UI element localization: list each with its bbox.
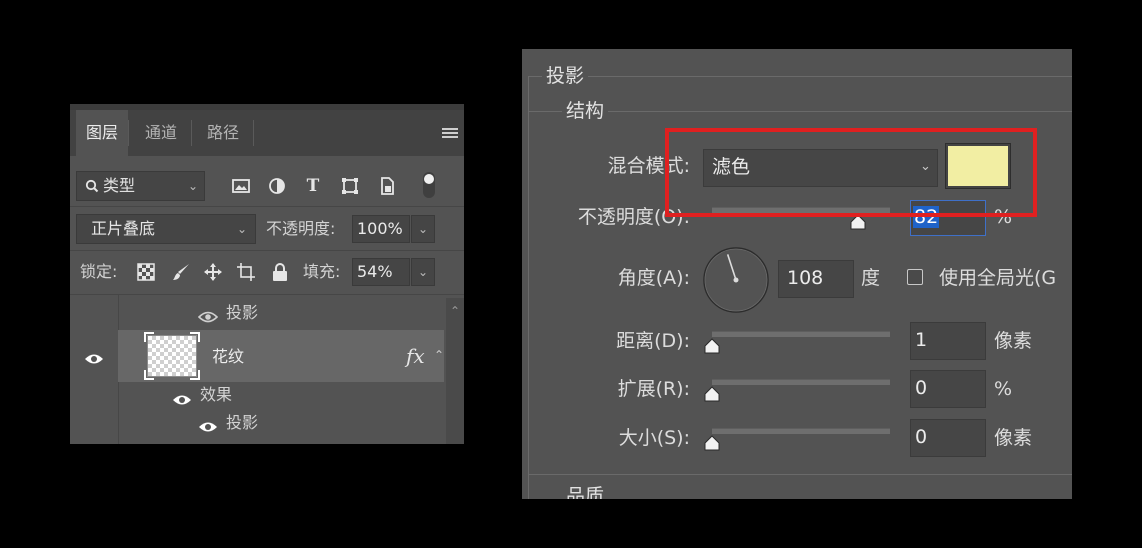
- spread-slider-thumb[interactable]: [703, 386, 721, 402]
- fill-label: 填充:: [303, 262, 341, 281]
- thumbnail-frame-corner: [190, 370, 200, 380]
- layers-panel: 图层 通道 路径 类型 ⌄ T 正片叠底 ⌄ 不透明度: 100% ⌄ 锁定:: [70, 104, 464, 444]
- group-border-left: [528, 76, 529, 499]
- layer-blend-mode-dropdown[interactable]: 正片叠底 ⌄: [76, 214, 256, 244]
- eye-icon[interactable]: [198, 418, 218, 432]
- thumbnail-frame-corner: [190, 332, 200, 342]
- section-border-bottom: [528, 474, 1072, 475]
- opacity-input[interactable]: 100%: [352, 215, 410, 243]
- quality-section-title: 品质: [562, 484, 609, 499]
- lock-position-icon[interactable]: [203, 262, 223, 282]
- angle-unit: 度: [861, 267, 881, 289]
- tab-separator: [128, 120, 129, 146]
- size-slider-track[interactable]: [712, 428, 890, 434]
- shape-filter-icon[interactable]: [339, 176, 361, 198]
- drop-shadow-title: 投影: [542, 64, 589, 88]
- distance-label: 距离(D):: [616, 330, 690, 352]
- effect-item-drop-shadow[interactable]: 投影: [226, 408, 258, 438]
- distance-slider-track[interactable]: [712, 331, 890, 337]
- spread-slider-track[interactable]: [712, 379, 890, 385]
- group-border-top: [528, 76, 1072, 77]
- tab-separator: [191, 120, 192, 146]
- distance-unit: 像素: [994, 330, 1033, 352]
- chevron-down-icon: ⌄: [236, 222, 247, 236]
- distance-slider-thumb[interactable]: [703, 338, 721, 354]
- adjustment-filter-icon[interactable]: [266, 176, 288, 198]
- global-light-label[interactable]: 使用全局光(G: [939, 261, 1056, 295]
- tab-channels[interactable]: 通道: [132, 110, 190, 156]
- section-border-top: [528, 111, 1072, 112]
- layer-filter-dropdown[interactable]: 类型 ⌄: [76, 171, 205, 201]
- size-label: 大小(S):: [618, 427, 690, 449]
- effects-label[interactable]: 效果: [200, 380, 232, 410]
- spread-input[interactable]: 0: [910, 370, 986, 408]
- row-divider: [70, 294, 464, 295]
- panel-menu-icon[interactable]: [442, 128, 458, 140]
- eye-icon[interactable]: [172, 391, 192, 405]
- image-filter-icon[interactable]: [230, 176, 252, 198]
- structure-section-title: 结构: [562, 99, 609, 123]
- lock-artboard-icon[interactable]: [236, 262, 256, 282]
- lock-image-icon[interactable]: [171, 262, 191, 282]
- layer-thumbnail[interactable]: [147, 335, 197, 377]
- layer-name[interactable]: 花纹: [212, 342, 244, 372]
- blend-mode-value: 正片叠底: [91, 219, 156, 238]
- angle-label: 角度(A):: [617, 267, 690, 289]
- size-slider-thumb[interactable]: [703, 435, 721, 451]
- angle-dial[interactable]: [702, 246, 770, 314]
- fill-slider-button[interactable]: ⌄: [411, 258, 435, 286]
- layer-style-dialog: 投影 结构 混合模式: 滤色 ⌄ 不透明度(O): 82 % 角度(A): 10…: [522, 49, 1072, 499]
- tab-separator: [253, 120, 254, 146]
- tab-layers[interactable]: 图层: [76, 110, 128, 156]
- row-divider: [70, 250, 464, 251]
- thumbnail-frame-corner: [144, 370, 154, 380]
- size-input[interactable]: 0: [910, 419, 986, 457]
- chevron-down-icon: ⌄: [187, 179, 198, 193]
- global-light-checkbox[interactable]: [907, 269, 923, 285]
- tab-paths[interactable]: 路径: [194, 110, 252, 156]
- opacity-label: 不透明度:: [266, 219, 336, 238]
- lock-label: 锁定:: [80, 262, 118, 281]
- type-filter-icon[interactable]: T: [302, 176, 324, 198]
- size-unit: 像素: [994, 427, 1033, 449]
- eye-icon[interactable]: [197, 308, 219, 323]
- lock-transparent-icon[interactable]: [137, 263, 155, 281]
- fx-badge[interactable]: fx: [406, 344, 425, 368]
- eye-icon[interactable]: [84, 350, 104, 364]
- highlight-annotation: [665, 128, 1037, 217]
- scroll-up-icon[interactable]: ⌃: [446, 304, 464, 318]
- effect-item-drop-shadow[interactable]: 投影: [226, 298, 258, 328]
- opacity-slider-button[interactable]: ⌄: [411, 215, 435, 243]
- lock-all-icon[interactable]: [271, 262, 289, 282]
- smart-object-filter-icon[interactable]: [376, 176, 398, 198]
- distance-input[interactable]: 1: [910, 322, 986, 360]
- spread-unit: %: [994, 378, 1013, 400]
- layers-scrollbar[interactable]: [446, 298, 464, 444]
- row-divider: [70, 206, 464, 207]
- collapse-effects-icon[interactable]: ⌃: [430, 348, 448, 362]
- filter-toggle-icon[interactable]: [422, 171, 436, 199]
- search-icon: [85, 172, 99, 209]
- fill-input[interactable]: 54%: [352, 258, 410, 286]
- thumbnail-frame-corner: [144, 332, 154, 342]
- angle-input[interactable]: 108: [778, 260, 854, 298]
- panel-tab-bar: [70, 110, 464, 156]
- layer-filter-label: 类型: [103, 176, 136, 195]
- spread-label: 扩展(R):: [617, 378, 690, 400]
